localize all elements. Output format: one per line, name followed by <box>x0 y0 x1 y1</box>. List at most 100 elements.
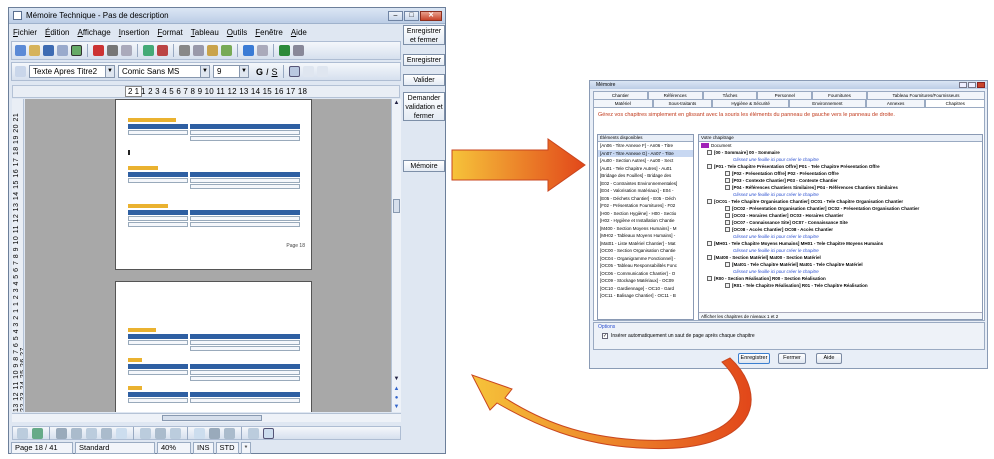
request-validation-button[interactable]: Demander validation et fermer <box>403 92 445 121</box>
chevron-down-icon[interactable]: ▼ <box>239 66 248 77</box>
list-item[interactable]: [E02 - Contraintes Environnementales] <box>598 180 693 188</box>
export-pdf-icon[interactable] <box>93 45 104 56</box>
horizontal-ruler[interactable]: 2 1 1 2 3 4 5 6 7 8 9 10 11 12 13 14 15 … <box>12 85 400 98</box>
list-item[interactable]: [Mat01 - Liste Matériel Chantier] - Mat <box>598 240 693 248</box>
flowchart-icon[interactable] <box>170 427 181 439</box>
list-item[interactable]: [OC11 - Balisage Chantier] - OC11 - B <box>598 292 693 300</box>
minimize-button[interactable] <box>959 82 967 88</box>
maximize-button[interactable]: □ <box>404 10 419 21</box>
menu-fenetre[interactable]: Fenêtre <box>255 28 283 37</box>
vertical-ruler[interactable]: 13 12 11 10 9 8 7 6 5 4 3 2 1 1 2 3 4 5 … <box>12 99 24 412</box>
next-page-icon[interactable]: ▼ <box>392 403 401 411</box>
save-button[interactable]: Enregistrer <box>403 54 445 66</box>
tab-chantier[interactable]: Chantier <box>593 91 648 99</box>
tree-item[interactable]: [Mat01 - Tele Chapitre Matériel] Mat01 -… <box>699 261 982 268</box>
dialog-close-button[interactable]: Fermer <box>778 353 806 364</box>
save-close-button[interactable]: Enregistrer et fermer <box>403 25 445 45</box>
scroll-thumb[interactable] <box>162 415 262 421</box>
status-zoom[interactable]: 40% <box>157 442 191 454</box>
list-item[interactable]: [E05 - Déchets Chantier] - E05 - Déch <box>598 195 693 203</box>
paste-icon[interactable] <box>207 45 218 56</box>
document-page[interactable] <box>115 281 312 412</box>
status-ins[interactable]: INS <box>193 442 214 454</box>
tree-item[interactable]: [OC08 - Accès Chantier] OC08 - Accès Cha… <box>699 226 982 233</box>
tree-item[interactable]: [P01 - Tele Chapitre Présentation Offre]… <box>699 163 982 170</box>
scroll-up-icon[interactable]: ▲ <box>392 99 401 107</box>
autocheck-icon[interactable] <box>157 45 168 56</box>
list-item[interactable]: [OC09 - Stockage Matériaux] - OC09 <box>598 277 693 285</box>
menu-fichier[interactable]: Fichier <box>13 28 37 37</box>
font-size-select[interactable]: 9 ▼ <box>213 65 249 78</box>
cut-icon[interactable] <box>179 45 190 56</box>
tree-item[interactable]: [MH01 - Tele Chapitre Moyens Humains] MH… <box>699 240 982 247</box>
align-center-icon[interactable] <box>302 66 314 77</box>
text-icon[interactable] <box>116 427 127 439</box>
points-icon[interactable] <box>194 427 205 439</box>
menu-format[interactable]: Format <box>157 28 182 37</box>
tab-personnel[interactable]: Personnel <box>757 91 813 99</box>
maximize-button[interactable] <box>968 82 976 88</box>
tree-item[interactable]: [R01 - Tele Chapitre Réalisation] R01 - … <box>699 282 982 289</box>
tab-chapitres[interactable]: Chapitres <box>925 99 985 107</box>
rectangle-icon[interactable] <box>71 427 82 439</box>
tree-item[interactable]: [OC07 - Connaissance Site] OC07 - Connai… <box>699 219 982 226</box>
menu-outils[interactable]: Outils <box>227 28 247 37</box>
menu-insertion[interactable]: Insertion <box>119 28 150 37</box>
new-document-icon[interactable] <box>15 45 26 56</box>
tree-item[interactable]: [00 - Sommaire] 00 - Sommaire <box>699 149 982 156</box>
dialog-save-button[interactable]: Enregistrer <box>738 353 770 364</box>
menu-aide[interactable]: Aide <box>291 28 307 37</box>
tree-item[interactable]: [P04 - Références Chantiers Similaires] … <box>699 184 982 191</box>
menu-affichage[interactable]: Affichage <box>77 28 110 37</box>
vertical-scrollbar[interactable]: ▲ ▼ ▲ ● ▼ <box>391 99 401 412</box>
paragraph-style-select[interactable]: Texte Apres Titre2 ▼ <box>29 65 115 78</box>
curve-icon[interactable] <box>101 427 112 439</box>
print-icon[interactable] <box>107 45 118 56</box>
chapter-tree[interactable]: Votre chapitrage Document [00 - Sommaire… <box>698 134 983 320</box>
close-button[interactable] <box>977 82 985 88</box>
memoire-button[interactable]: Mémoire <box>403 160 445 172</box>
list-item[interactable]: [E04 - Valorisation matériaux] - E04 - <box>598 187 693 195</box>
minimize-button[interactable]: – <box>388 10 403 21</box>
drop-hint[interactable]: Glissez une feuille ici pour créer le ch… <box>699 233 982 240</box>
scroll-thumb[interactable] <box>393 199 400 213</box>
redo-icon[interactable] <box>257 45 268 56</box>
edit-mode-icon[interactable] <box>71 45 82 56</box>
print-preview-icon[interactable] <box>121 45 132 56</box>
drop-hint[interactable]: Glissez une feuille ici pour créer le ch… <box>699 268 982 275</box>
validate-button[interactable]: Valider <box>403 74 445 86</box>
tab-fournitures[interactable]: Fournitures <box>812 91 867 99</box>
save-icon[interactable] <box>43 45 54 56</box>
horizontal-scrollbar[interactable] <box>12 413 401 422</box>
list-item[interactable]: [OC04 - Organigramme Fonctionnel] - <box>598 255 693 263</box>
open-folder-icon[interactable] <box>29 45 40 56</box>
drop-hint[interactable]: Glissez une feuille ici pour créer le ch… <box>699 156 982 163</box>
bold-icon[interactable]: G <box>256 67 263 77</box>
undo-icon[interactable] <box>243 45 254 56</box>
tree-item[interactable]: [Mat00 - Section Matériel] Mat00 - Secti… <box>699 254 982 261</box>
tree-item[interactable]: [R00 - Section Réalisation] R00 - Sectio… <box>699 275 982 282</box>
align-right-icon[interactable] <box>316 66 328 77</box>
frame-icon[interactable] <box>263 427 274 439</box>
hyperlink-icon[interactable] <box>279 45 290 56</box>
list-item[interactable]: [Au01 - Tele Chapitre Autres] - Au01 <box>598 165 693 173</box>
tab-taches[interactable]: Tâches <box>702 91 758 99</box>
tab-sous-traitants[interactable]: Sous-traitants <box>652 99 713 107</box>
list-item[interactable]: [An06 - Titre Annexe F] - An06 - Titre <box>598 142 693 150</box>
tab-references[interactable]: Références <box>647 91 703 99</box>
list-item[interactable]: [H02 - Hygiène et Installation Chantie <box>598 217 693 225</box>
tree-root[interactable]: Document <box>699 142 982 149</box>
table-icon[interactable] <box>293 45 304 56</box>
tree-item[interactable]: [P02 - Présentation Offre] P02 - Présent… <box>699 170 982 177</box>
checkbox-box[interactable]: ✓ <box>602 333 608 339</box>
tab-environnement[interactable]: Environnement <box>789 99 866 107</box>
page-break-checkbox[interactable]: ✓ Insérer automatiquement un saut de pag… <box>594 331 984 341</box>
document-canvas[interactable]: Page 18 <box>25 99 391 412</box>
tab-tableau-fournitures[interactable]: Tableau Fournitures/Fournisseurs <box>866 91 986 99</box>
list-item[interactable]: [OC00 - Section Organisation Chantie <box>598 247 693 255</box>
list-item[interactable]: [H00 - Section Hygiène] - H00 - Sectio <box>598 210 693 218</box>
copy-icon[interactable] <box>193 45 204 56</box>
italic-icon[interactable]: I <box>266 67 269 77</box>
line-icon[interactable] <box>56 427 67 439</box>
underline-icon[interactable]: S <box>272 67 278 77</box>
